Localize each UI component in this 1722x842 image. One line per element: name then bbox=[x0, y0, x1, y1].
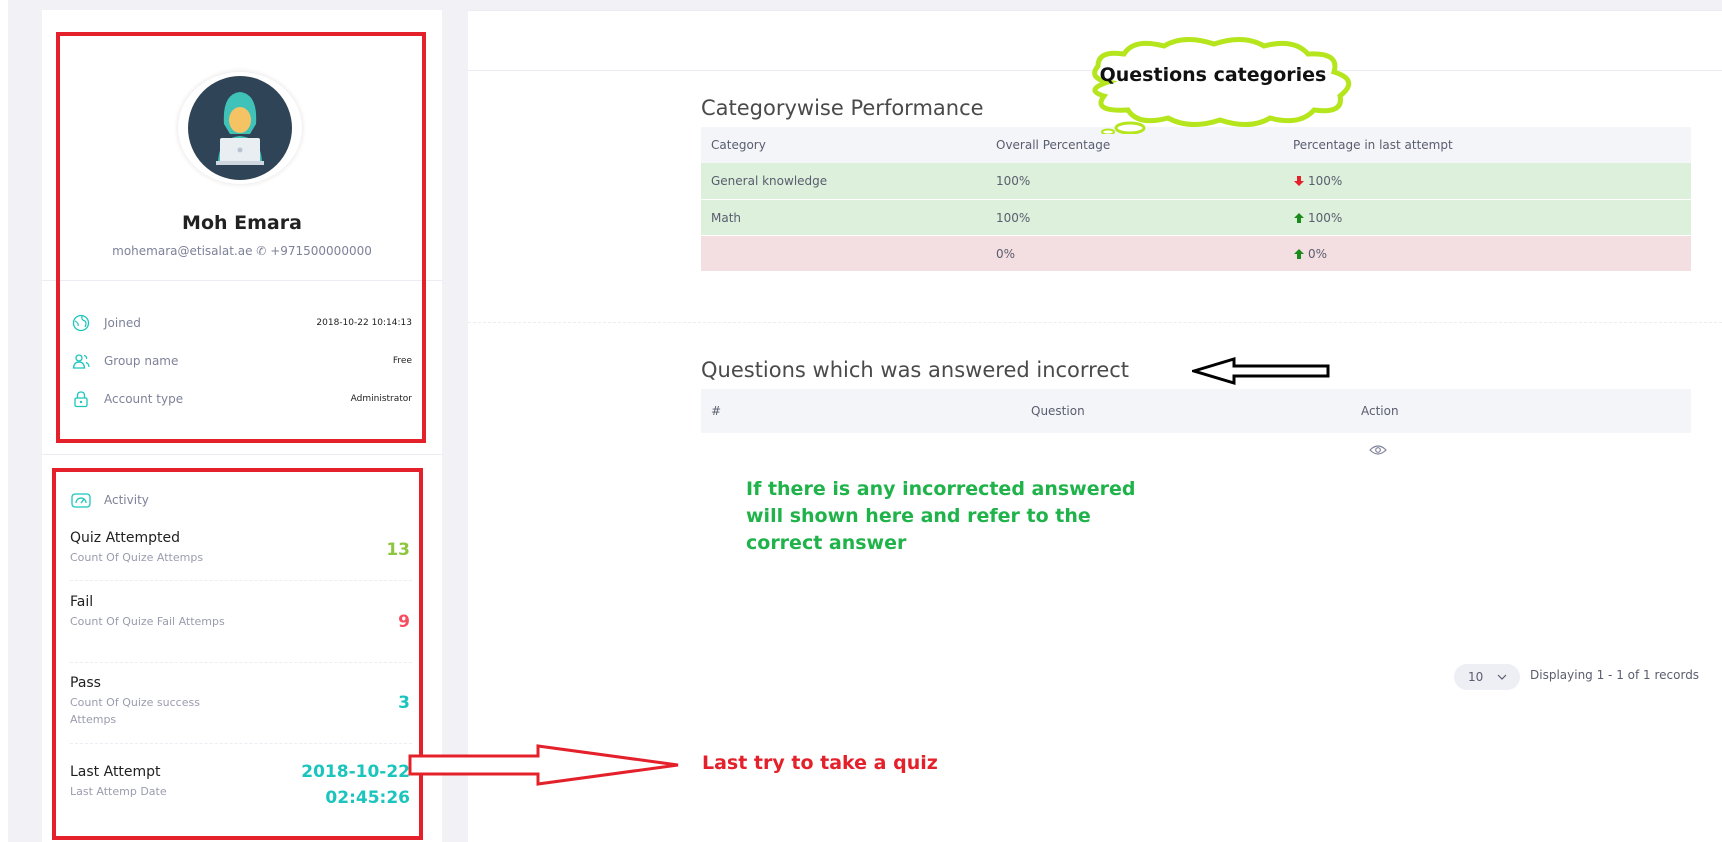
annotation-box-activity bbox=[52, 468, 423, 840]
divider bbox=[42, 454, 442, 455]
chevron-down-icon bbox=[1497, 674, 1507, 680]
table-row: Math 100% 100% bbox=[701, 199, 1691, 235]
categorywise-table: Category Overall Percentage Percentage i… bbox=[701, 127, 1691, 271]
section-divider bbox=[468, 322, 1722, 323]
column-header[interactable]: Overall Percentage bbox=[996, 138, 1293, 152]
annotation-note-red: Last try to take a quiz bbox=[702, 752, 938, 774]
column-header[interactable]: # bbox=[701, 404, 1031, 418]
incorrect-title: Questions which was answered incorrect bbox=[701, 358, 1130, 382]
overall-cell: 100% bbox=[996, 174, 1031, 188]
last-attempt-value: 0% bbox=[1308, 246, 1328, 261]
table-row bbox=[701, 433, 1691, 469]
arrow-up-icon bbox=[1294, 212, 1304, 223]
pagination-info: Displaying 1 - 1 of 1 records bbox=[1530, 668, 1700, 682]
right-arrow-annotation bbox=[408, 744, 679, 786]
column-header[interactable]: Percentage in last attempt bbox=[1293, 138, 1691, 152]
last-attempt-cell: 100% bbox=[1293, 174, 1691, 188]
left-arrow-annotation bbox=[1192, 356, 1330, 386]
last-attempt-value: 100% bbox=[1308, 174, 1343, 188]
category-cell: General knowledge bbox=[711, 174, 828, 188]
arrow-up-icon bbox=[1294, 248, 1304, 259]
column-header[interactable]: Question bbox=[1031, 404, 1361, 418]
last-attempt-cell: 0% bbox=[1293, 247, 1691, 261]
annotation-box-profile bbox=[56, 32, 426, 443]
annotation-cloud: Questions categories bbox=[1078, 34, 1362, 134]
cloud-label: Questions categories bbox=[1099, 64, 1327, 86]
overall-cell: 0% bbox=[996, 246, 1016, 261]
overall-cell: 100% bbox=[996, 210, 1031, 225]
last-attempt-value: 100% bbox=[1308, 210, 1343, 225]
category-cell: Math bbox=[711, 210, 742, 225]
incorrect-table: # Question Action bbox=[701, 389, 1691, 469]
page-size-value: 10 bbox=[1468, 670, 1484, 684]
table-row: General knowledge 100% 100% bbox=[701, 163, 1691, 199]
column-header[interactable]: Category bbox=[701, 138, 996, 152]
column-header[interactable]: Action bbox=[1361, 404, 1691, 418]
page-size-select[interactable]: 10 bbox=[1454, 664, 1520, 690]
table-header: # Question Action bbox=[701, 389, 1691, 433]
last-attempt-cell: 100% bbox=[1293, 211, 1691, 225]
categorywise-title: Categorywise Performance bbox=[701, 96, 984, 120]
annotation-note-green: If there is any incorrected answered wil… bbox=[746, 478, 1136, 554]
table-row: 0% 0% bbox=[701, 235, 1691, 271]
eye-icon[interactable] bbox=[1369, 444, 1387, 456]
arrow-down-icon bbox=[1294, 176, 1304, 186]
